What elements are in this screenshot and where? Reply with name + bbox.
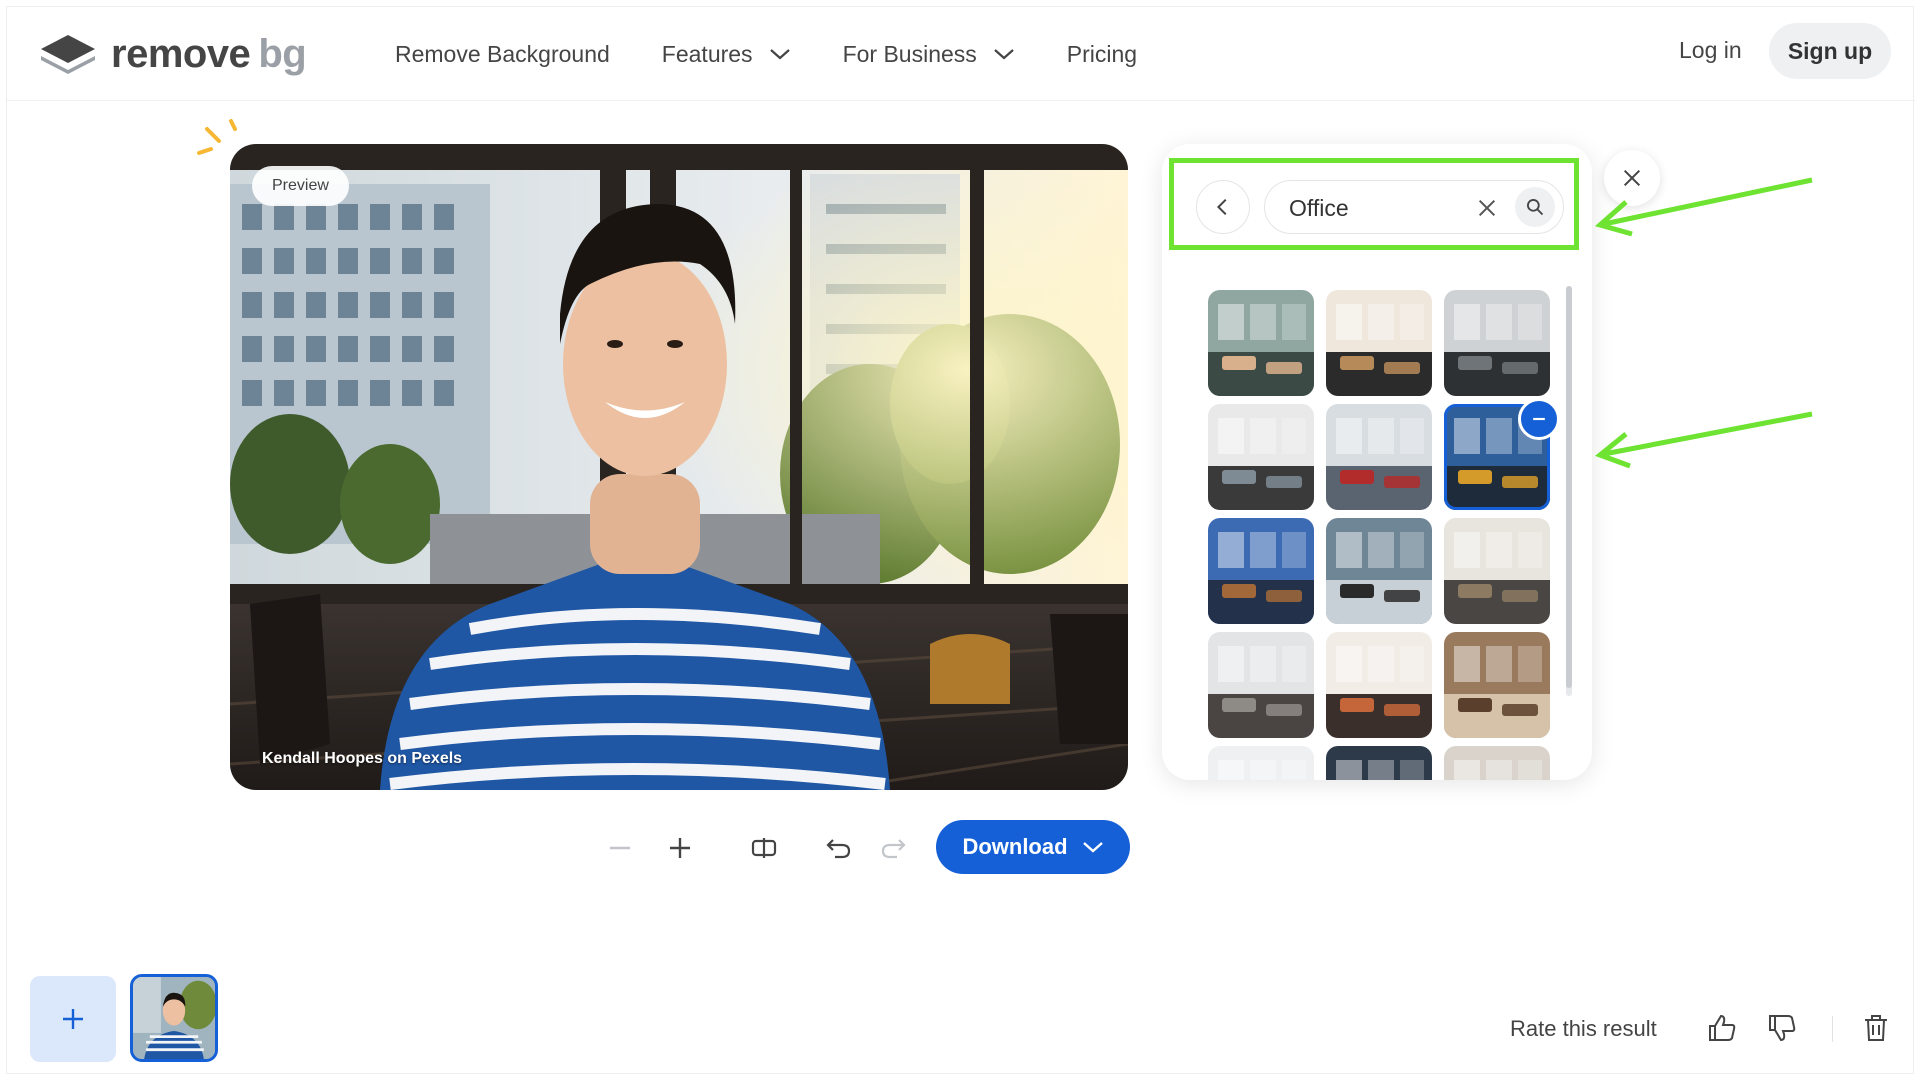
nav-features[interactable]: Features	[662, 41, 791, 68]
search-button[interactable]	[1515, 187, 1555, 227]
background-thumbnail[interactable]	[1444, 518, 1550, 624]
thumbnail-image	[1326, 746, 1432, 780]
thumbnail-image	[1444, 746, 1550, 780]
logo-word-remove: remove	[111, 32, 251, 76]
zoom-in-icon	[670, 838, 690, 858]
divider	[1832, 1016, 1833, 1042]
office-photo	[230, 144, 1128, 790]
background-thumbnail[interactable]	[1208, 404, 1314, 510]
background-thumbnail[interactable]	[1326, 290, 1432, 396]
back-button[interactable]	[1196, 180, 1250, 234]
thumbnail-image	[1208, 518, 1314, 624]
minus-icon	[1533, 417, 1545, 421]
redo-icon	[881, 839, 906, 859]
thumbnail-image	[1326, 404, 1432, 510]
thumbnail-image	[1208, 632, 1314, 738]
chevron-down-icon	[994, 49, 1014, 60]
person-photo	[133, 977, 215, 1059]
nav-label: Pricing	[1066, 40, 1138, 67]
background-thumbnail[interactable]	[1326, 518, 1432, 624]
uploaded-image-thumbnail[interactable]	[130, 974, 218, 1062]
background-thumbnail[interactable]	[1326, 632, 1432, 738]
image-toolbar	[600, 820, 914, 876]
logo[interactable]: remove bg	[37, 31, 307, 77]
compare-icon	[751, 838, 777, 858]
thumbnail-image	[1208, 290, 1314, 396]
top-header: remove bg Remove Background Features For …	[7, 7, 1915, 101]
background-thumbnail[interactable]	[1208, 746, 1314, 780]
background-thumbnail[interactable]	[1326, 404, 1432, 510]
zoom-in-button[interactable]	[660, 828, 700, 868]
search-box	[1264, 180, 1564, 234]
background-thumbnail[interactable]	[1444, 746, 1550, 780]
thumbnail-image	[1326, 632, 1432, 738]
logo-text: remove bg	[111, 31, 307, 77]
background-thumbnail[interactable]	[1444, 632, 1550, 738]
background-thumbnail[interactable]	[1208, 290, 1314, 396]
download-label: Download	[962, 834, 1068, 859]
undo-button[interactable]	[818, 828, 858, 868]
logo-word-bg: bg	[258, 32, 307, 76]
thumbs-up-icon[interactable]	[1706, 1012, 1738, 1044]
clear-search-button[interactable]	[1473, 194, 1501, 222]
background-thumbnail-grid	[1208, 290, 1550, 780]
nav-label: Remove Background	[395, 40, 610, 67]
close-icon	[1623, 169, 1641, 187]
rate-result-label: Rate this result	[1510, 1016, 1657, 1041]
search-input[interactable]	[1289, 191, 1469, 225]
thumbs-down-icon[interactable]	[1766, 1012, 1798, 1044]
close-icon	[1478, 199, 1496, 217]
redo-button[interactable]	[874, 828, 914, 868]
nav-remove-background[interactable]: Remove Background	[395, 41, 610, 68]
background-thumbnail[interactable]	[1208, 632, 1314, 738]
nav-label: For Business	[842, 40, 977, 67]
thumbnail-image	[1326, 518, 1432, 624]
thumbnail-image	[1444, 632, 1550, 738]
zoom-out-icon	[610, 846, 630, 850]
preview-badge: Preview	[252, 166, 349, 206]
add-image-button[interactable]	[30, 976, 116, 1062]
trash-icon[interactable]	[1860, 1012, 1892, 1044]
main-nav: Remove Background Features For Business …	[395, 7, 1189, 101]
chevron-down-icon	[769, 49, 790, 60]
background-thumbnail[interactable]	[1326, 746, 1432, 780]
close-panel-button[interactable]	[1604, 150, 1660, 206]
login-link[interactable]: Log in	[1679, 37, 1742, 64]
scrollbar-thumb[interactable]	[1566, 286, 1572, 688]
background-thumbnail[interactable]	[1208, 518, 1314, 624]
thumbnail-image	[1208, 746, 1314, 780]
download-button[interactable]: Download	[936, 820, 1130, 874]
deselect-button[interactable]	[1518, 398, 1560, 440]
signup-button[interactable]: Sign up	[1769, 23, 1891, 79]
chevron-down-icon	[1082, 842, 1103, 853]
zoom-out-button[interactable]	[600, 828, 640, 868]
compare-button[interactable]	[744, 828, 784, 868]
photo-credit[interactable]: Kendall Hoopes on Pexels	[262, 750, 462, 768]
nav-for-business[interactable]: For Business	[843, 41, 1015, 68]
plus-icon	[63, 1009, 83, 1029]
undo-icon	[826, 839, 851, 859]
thumbnail-image	[1208, 404, 1314, 510]
nav-label: Features	[661, 40, 753, 67]
thumbnail-image	[1326, 290, 1432, 396]
search-icon	[1527, 199, 1544, 216]
thumbnail-image	[1444, 290, 1550, 396]
nav-pricing[interactable]: Pricing	[1067, 41, 1137, 68]
logo-layers-icon	[41, 35, 95, 74]
thumbnail-image	[1444, 518, 1550, 624]
background-thumbnail[interactable]	[1444, 290, 1550, 396]
chevron-left-icon	[1216, 198, 1227, 216]
preview-image[interactable]: Preview Kendall Hoopes on Pexels	[230, 144, 1128, 790]
